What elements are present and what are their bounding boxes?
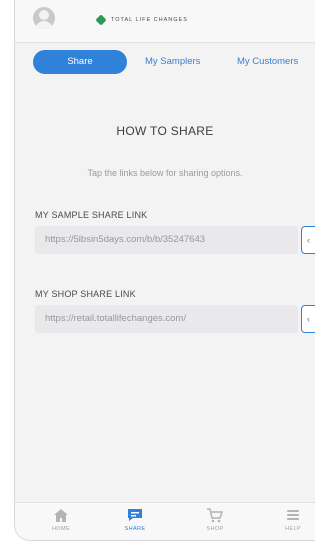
share-icon: ‹ — [307, 314, 310, 324]
sample-link-field[interactable]: https://5lbsin5days.com/b/b/35247643 — [35, 226, 298, 254]
shop-link-share-button[interactable]: ‹ — [301, 305, 315, 333]
chat-icon — [128, 509, 142, 521]
header-divider — [15, 42, 315, 43]
nav-shop-label: SHOP — [206, 526, 224, 532]
shop-link-row: https://retail.totallifechanges.com/ ‹ — [35, 305, 315, 333]
nav-shop[interactable]: SHOP — [195, 507, 235, 532]
sample-link-row: https://5lbsin5days.com/b/b/35247643 ‹ — [35, 226, 315, 254]
nav-share-label: SHARE — [124, 526, 146, 532]
help-icon — [287, 510, 299, 520]
nav-help-label: HELP — [285, 526, 301, 532]
tab-bar: Share My Samplers My Customers — [15, 50, 315, 76]
nav-help[interactable]: HELP — [273, 507, 313, 532]
page-title: HOW TO SHARE — [116, 124, 214, 138]
brand-name: TOTAL LIFE CHANGES — [111, 17, 188, 23]
tab-my-samplers[interactable]: My Samplers — [145, 50, 200, 74]
bottom-nav: HOME SHARE SHOP HELP — [15, 502, 315, 540]
tab-my-customers[interactable]: My Customers — [237, 50, 298, 74]
nav-home-label: HOME — [51, 526, 71, 532]
nav-home[interactable]: HOME — [41, 507, 81, 532]
shop-link-field[interactable]: https://retail.totallifechanges.com/ — [35, 305, 298, 333]
cart-icon — [207, 508, 224, 523]
sample-link-label: MY SAMPLE SHARE LINK — [35, 210, 148, 220]
leaf-icon — [95, 14, 107, 26]
shop-link-label: MY SHOP SHARE LINK — [35, 289, 136, 299]
page-subtitle: Tap the links below for sharing options. — [87, 168, 243, 178]
tab-share[interactable]: Share — [33, 50, 127, 74]
avatar-head-shape — [39, 10, 49, 20]
home-icon — [54, 509, 68, 522]
app-header: TOTAL LIFE CHANGES — [15, 0, 315, 42]
avatar[interactable] — [33, 7, 55, 29]
sample-link-share-button[interactable]: ‹ — [301, 226, 315, 254]
brand-logo: TOTAL LIFE CHANGES — [95, 14, 188, 26]
app-screen: TOTAL LIFE CHANGES Share My Samplers My … — [14, 0, 315, 541]
share-icon: ‹ — [307, 235, 310, 245]
avatar-body-shape — [35, 21, 53, 29]
nav-share[interactable]: SHARE — [115, 507, 155, 532]
